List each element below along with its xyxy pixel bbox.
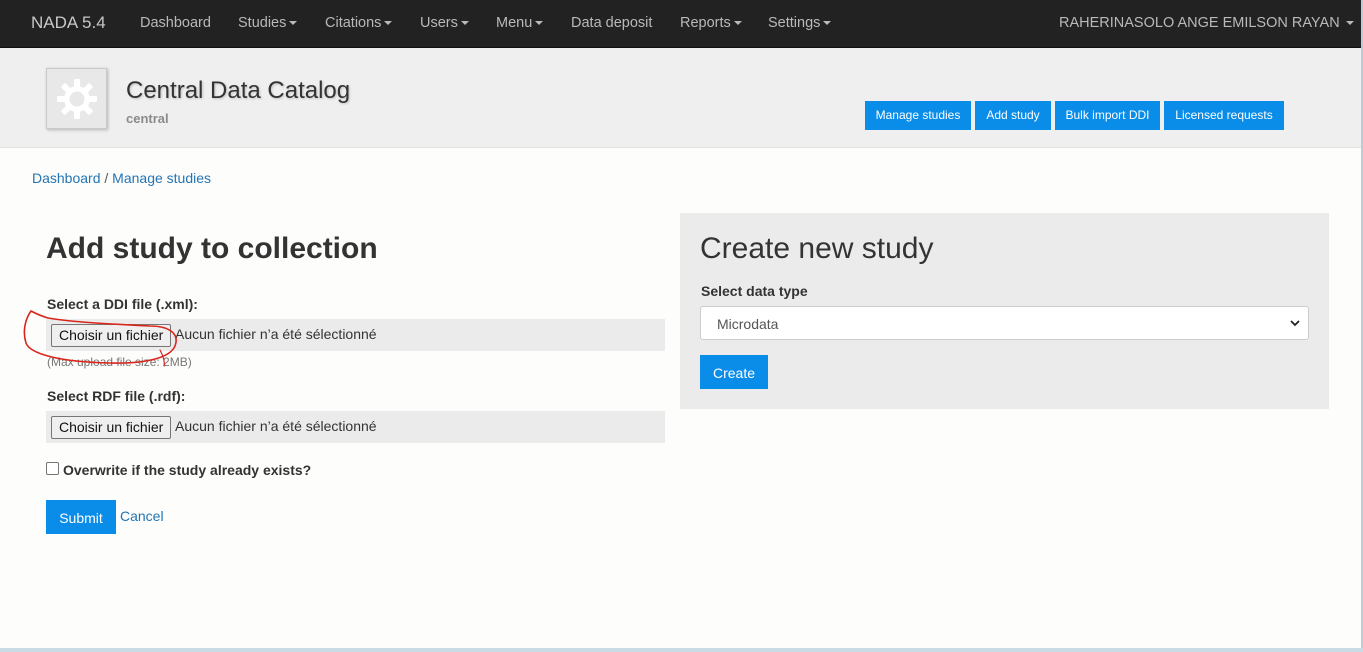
add-study-button[interactable]: Add study [975,101,1051,130]
manage-studies-button[interactable]: Manage studies [865,101,971,130]
chevron-down-icon [1290,320,1300,327]
rdf-file-status: Aucun fichier n’a été sélectionné [175,418,377,434]
chevron-down-icon [733,21,742,26]
overwrite-label[interactable]: Overwrite if the study already exists? [63,462,311,478]
breadcrumb-dashboard[interactable]: Dashboard [32,170,101,186]
nav-settings[interactable]: Settings [768,15,832,31]
catalog-subtitle: central [126,111,169,126]
create-study-panel: Create new study Select data type Microd… [680,213,1329,409]
top-navbar: NADA 5.4 Dashboard Studies Citations Use… [0,0,1363,48]
nav-data-deposit[interactable]: Data deposit [571,15,652,31]
create-study-title: Create new study [700,232,934,265]
chevron-down-icon [289,21,298,26]
window-frame-bottom [0,648,1363,652]
chevron-down-icon [535,21,544,26]
chevron-down-icon [384,21,393,26]
catalog-logo [46,68,107,129]
data-type-value: Microdata [717,316,779,332]
nav-users[interactable]: Users [420,15,469,31]
cancel-link[interactable]: Cancel [120,508,164,524]
ddi-choose-file-button[interactable]: Choisir un fichier [51,324,172,347]
chevron-down-icon [1345,21,1354,26]
user-menu[interactable]: RAHERINASOLO ANGE EMILSON RAYAN [1059,15,1354,31]
overwrite-checkbox[interactable] [46,462,59,475]
breadcrumb-separator: / [104,170,109,186]
ddi-file-label: Select a DDI file (.xml): [47,296,198,312]
chevron-down-icon [460,21,469,26]
brand[interactable]: NADA 5.4 [31,13,106,33]
data-type-label: Select data type [701,283,808,299]
rdf-choose-file-button[interactable]: Choisir un fichier [51,416,172,439]
gear-icon [56,78,97,119]
catalog-header: Central Data Catalog central Manage stud… [0,48,1361,148]
licensed-requests-button[interactable]: Licensed requests [1164,101,1284,130]
breadcrumb-manage-studies[interactable]: Manage studies [112,170,211,186]
rdf-file-label: Select RDF file (.rdf): [47,388,186,404]
nav-studies[interactable]: Studies [238,15,298,31]
catalog-title: Central Data Catalog [126,77,351,104]
ddi-file-input[interactable]: Choisir un fichier Aucun fichier n’a été… [46,319,665,351]
nav-menu[interactable]: Menu [496,15,544,31]
upload-size-hint: (Max upload file size: 2MB) [47,355,192,369]
submit-button[interactable]: Submit [46,500,116,534]
create-button[interactable]: Create [700,355,768,389]
bulk-import-ddi-button[interactable]: Bulk import DDI [1055,101,1160,130]
chevron-down-icon [823,21,832,26]
page-title: Add study to collection [46,232,378,265]
data-type-select[interactable]: Microdata [700,306,1309,340]
ddi-file-status: Aucun fichier n’a été sélectionné [175,326,377,342]
nav-dashboard[interactable]: Dashboard [140,15,211,31]
nav-citations[interactable]: Citations [325,15,393,31]
nav-reports[interactable]: Reports [680,15,742,31]
breadcrumb: Dashboard / Manage studies [32,170,211,186]
rdf-file-input[interactable]: Choisir un fichier Aucun fichier n’a été… [46,411,665,443]
